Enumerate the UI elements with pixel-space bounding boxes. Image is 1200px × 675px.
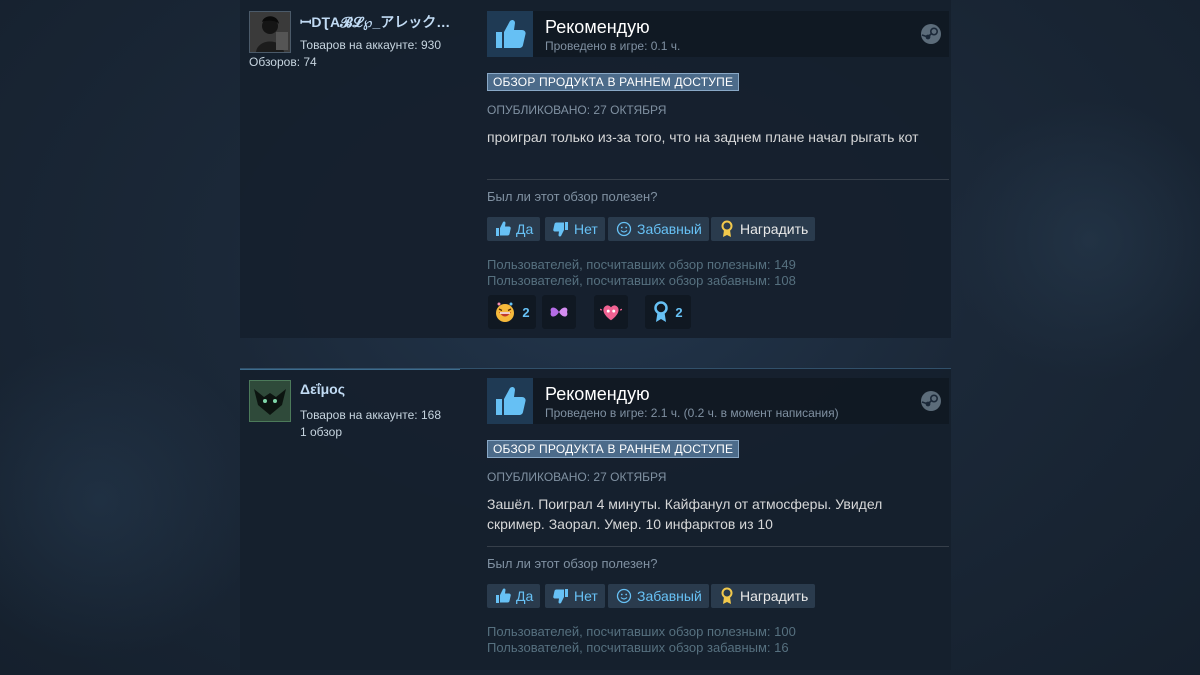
award-chip[interactable] — [594, 295, 628, 329]
vote-funny-button[interactable]: Забавный — [608, 584, 709, 608]
vote-header[interactable]: Рекомендую Проведено в игре: 2.1 ч. (0.2… — [487, 378, 949, 424]
smiley-icon — [615, 220, 633, 238]
award-chip[interactable] — [542, 295, 576, 329]
reviews-count[interactable]: Обзоров: 74 — [249, 55, 317, 69]
review-content: Рекомендую Проведено в игре: 2.1 ч. (0.2… — [487, 378, 949, 655]
vote-header[interactable]: Рекомендую Проведено в игре: 0.1 ч. — [487, 11, 949, 57]
funny-count: Пользователей, посчитавших обзор забавны… — [487, 273, 796, 288]
thumbs-up-icon — [487, 11, 533, 57]
avatar[interactable] — [249, 380, 291, 422]
author-name[interactable]: Δεΐμος — [300, 381, 470, 397]
steam-icon — [921, 24, 941, 44]
funny-count: Пользователей, посчитавших обзор забавны… — [487, 640, 789, 655]
card-top-accent — [240, 369, 460, 370]
award-count: 2 — [675, 304, 683, 320]
review-card: Δεΐμος Товаров на аккаунте: 168 1 обзор … — [240, 368, 951, 670]
products-owned[interactable]: Товаров на аккаунте: 930 — [300, 38, 441, 52]
award-medal-icon — [718, 220, 736, 238]
thumbs-up-icon — [494, 587, 512, 605]
vote-no-button[interactable]: Нет — [545, 584, 605, 608]
avatar[interactable] — [249, 11, 291, 53]
early-access-badge: ОБЗОР ПРОДУКТА В РАННЕМ ДОСТУПЕ — [487, 73, 740, 91]
avatar-image — [250, 12, 290, 52]
recommend-title: Рекомендую — [545, 17, 650, 37]
helpful-question: Был ли этот обзор полезен? — [487, 556, 658, 571]
divider — [487, 179, 949, 180]
vote-funny-label: Забавный — [637, 221, 702, 237]
award-count: 2 — [522, 304, 530, 320]
award-chip[interactable]: 2 — [645, 295, 691, 329]
vote-yes-button[interactable]: Да — [487, 584, 541, 608]
hours-played: Проведено в игре: 2.1 ч. (0.2 ч. в момен… — [545, 406, 839, 420]
helpful-count: Пользователей, посчитавших обзор полезны… — [487, 257, 796, 272]
award-label: Наградить — [740, 221, 809, 237]
hours-played: Проведено в игре: 0.1 ч. — [545, 39, 681, 53]
heart-eyes-icon — [600, 305, 622, 321]
vote-funny-label: Забавный — [637, 588, 702, 604]
smiley-icon — [615, 587, 633, 605]
recommend-title: Рекомендую — [545, 384, 650, 404]
butterfly-icon — [550, 307, 568, 317]
posted-date: ОПУБЛИКОВАНО: 27 ОКТЯБРЯ — [487, 103, 667, 117]
vote-yes-button[interactable]: Да — [487, 217, 541, 241]
review-content: Рекомендую Проведено в игре: 0.1 ч. ОБЗО… — [487, 11, 949, 329]
products-owned[interactable]: Товаров на аккаунте: 168 — [300, 408, 441, 422]
posted-date: ОПУБЛИКОВАНО: 27 ОКТЯБРЯ — [487, 470, 667, 484]
divider — [487, 546, 949, 547]
vote-funny-button[interactable]: Забавный — [608, 217, 709, 241]
helpful-count: Пользователей, посчитавших обзор полезны… — [487, 624, 796, 639]
vote-yes-label: Да — [516, 221, 534, 237]
review-text: проиграл только из-за того, что на задне… — [487, 129, 919, 145]
thumbs-down-icon — [552, 220, 570, 238]
thumbs-up-icon — [487, 378, 533, 424]
vote-no-button[interactable]: Нет — [545, 217, 605, 241]
award-button[interactable]: Наградить — [711, 584, 816, 608]
helpful-question: Был ли этот обзор полезен? — [487, 189, 658, 204]
avatar-image — [250, 381, 290, 421]
laughing-face-icon — [496, 302, 515, 322]
ribbon-medal-icon — [654, 301, 669, 322]
steam-icon — [921, 391, 941, 411]
award-button[interactable]: Наградить — [711, 217, 816, 241]
review-card: ꟷDƮA𝓑𝓛℘_アレック… Товаров на аккаунте: 930 О… — [240, 0, 951, 338]
early-access-badge: ОБЗОР ПРОДУКТА В РАННЕМ ДОСТУПЕ — [487, 440, 740, 458]
vote-no-label: Нет — [574, 588, 598, 604]
review-text: Зашёл. Поиграл 4 минуты. Кайфанул от атм… — [487, 496, 883, 532]
vote-yes-label: Да — [516, 588, 534, 604]
award-label: Наградить — [740, 588, 809, 604]
award-medal-icon — [718, 587, 736, 605]
vote-no-label: Нет — [574, 221, 598, 237]
award-chip[interactable]: 2 — [488, 295, 536, 329]
author-name[interactable]: ꟷDƮA𝓑𝓛℘_アレック… — [300, 12, 470, 32]
reviews-column: ꟷDƮA𝓑𝓛℘_アレック… Товаров на аккаунте: 930 О… — [240, 0, 960, 675]
thumbs-down-icon — [552, 587, 570, 605]
reviews-count[interactable]: 1 обзор — [300, 425, 342, 439]
thumbs-up-icon — [494, 220, 512, 238]
